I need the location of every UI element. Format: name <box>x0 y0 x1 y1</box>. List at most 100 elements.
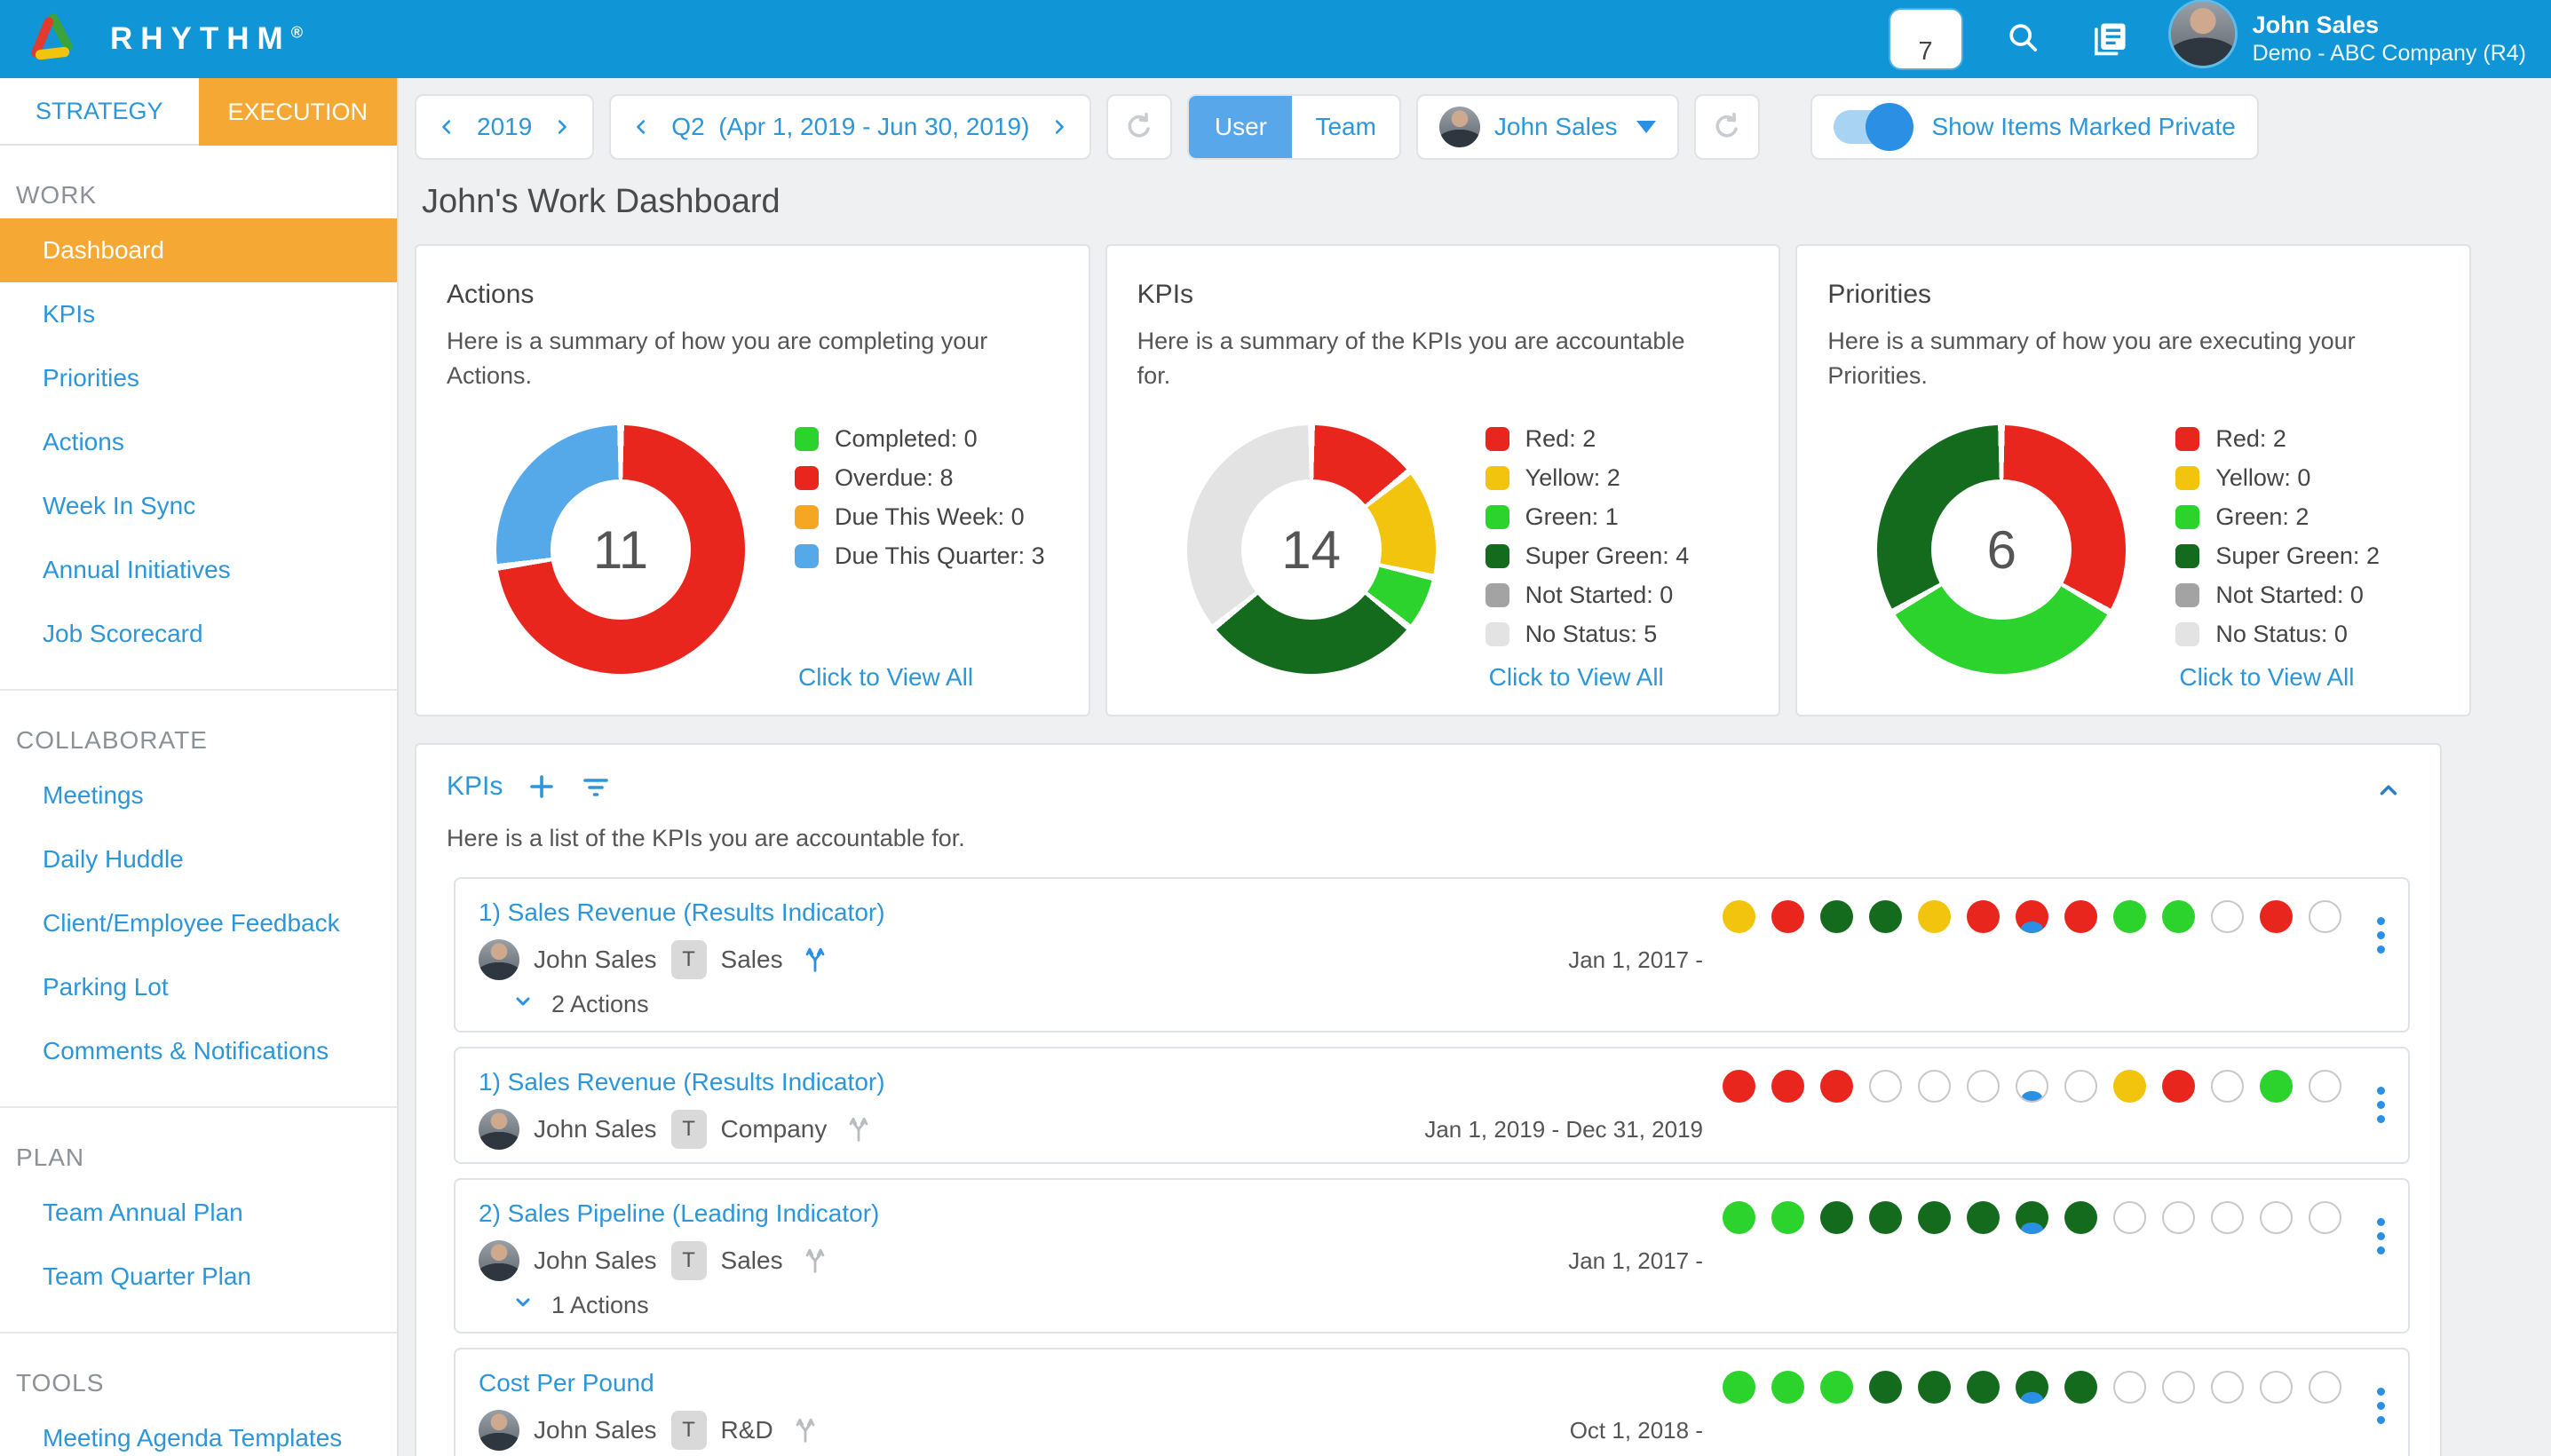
actions-toggle[interactable]: 1 Actions <box>511 1292 1723 1319</box>
status-dot-empty <box>2064 1070 2097 1103</box>
priorities-donut-chart: 6 <box>1877 425 2127 675</box>
sidebar-item-meetings[interactable]: Meetings <box>0 764 397 827</box>
status-dot-dgreen <box>1967 1201 2000 1234</box>
status-dot-green <box>2113 900 2146 933</box>
actions-toggle[interactable]: 2 Actions <box>511 991 1723 1018</box>
status-dot-yellow <box>1918 900 1951 933</box>
status-dot-empty <box>2211 1070 2244 1103</box>
status-dot-empty <box>2211 1201 2244 1234</box>
owner-line: John Sales T Sales Jan 1, 2017 - <box>479 1240 1723 1281</box>
donut-total: 6 <box>1986 519 2017 580</box>
kebab-menu-icon[interactable] <box>2373 1378 2389 1434</box>
week-label: week <box>1889 10 1961 36</box>
kebab-menu-icon[interactable] <box>2373 1077 2389 1133</box>
view-team-button[interactable]: Team <box>1292 96 1399 158</box>
refresh-period-button[interactable] <box>1106 94 1173 160</box>
sidebar-item-parking-lot[interactable]: Parking Lot <box>0 955 397 1019</box>
quarter-selector[interactable]: Q2 (Apr 1, 2019 - Jun 30, 2019) <box>609 94 1092 160</box>
sidebar-item-team-annual-plan[interactable]: Team Annual Plan <box>0 1181 397 1245</box>
status-dot-red <box>1723 1070 1755 1103</box>
sidebar-item-actions[interactable]: Actions <box>0 410 397 474</box>
sidebar-item-meeting-agenda-templates[interactable]: Meeting Agenda Templates <box>0 1406 397 1456</box>
card-title: Actions <box>447 280 535 309</box>
status-dot-dgreen <box>1820 1201 1853 1234</box>
prev-year-icon[interactable] <box>438 114 457 140</box>
legend-label: Red: 2 <box>2215 425 2286 453</box>
next-year-icon[interactable] <box>551 114 571 140</box>
card-subtitle: Here is a summary of the KPIs you are ac… <box>1137 328 1685 390</box>
search-icon[interactable] <box>2000 16 2047 62</box>
chart-legend: Red: 2 Yellow: 2 Green: 1 Super Green: 4 Not… <box>1485 425 1690 660</box>
sidebar-item-daily-huddle[interactable]: Daily Huddle <box>0 827 397 891</box>
sidebar-item-annual-initiatives[interactable]: Annual Initiatives <box>0 538 397 602</box>
prev-quarter-icon[interactable] <box>632 114 652 140</box>
kpi-title-link[interactable]: 1) Sales Revenue (Results Indicator) <box>479 898 885 927</box>
status-dot-dgreen <box>2064 1201 2097 1234</box>
legend-item: Red: 2 <box>1485 425 1690 453</box>
current-week-marker <box>2020 1223 2044 1234</box>
user-team-toggle: User Team <box>1187 94 1401 160</box>
private-toggle[interactable] <box>1834 103 1914 151</box>
sidebar-nav: WORK Dashboard KPIs Priorities Actions Week I… <box>0 146 397 1456</box>
cascade-icon <box>844 1114 873 1144</box>
legend-swatch <box>1485 622 1509 647</box>
year-selector[interactable]: 2019 <box>415 94 595 160</box>
tab-execution[interactable]: EXECUTION <box>198 78 397 146</box>
status-dot-empty <box>2309 1201 2341 1234</box>
refresh-person-button[interactable] <box>1694 94 1761 160</box>
view-all-link[interactable]: Click to View All <box>1489 663 1664 692</box>
legend-swatch <box>795 505 819 530</box>
chevron-down-icon <box>511 991 535 1018</box>
sidebar-item-priorities[interactable]: Priorities <box>0 346 397 410</box>
team-badge: T <box>670 1110 707 1149</box>
kebab-menu-icon[interactable] <box>2373 907 2389 963</box>
sidebar-item-client-employee-feedback[interactable]: Client/Employee Feedback <box>0 891 397 955</box>
legend-label: Red: 2 <box>1525 425 1596 453</box>
kpi-title-link[interactable]: 2) Sales Pipeline (Leading Indicator) <box>479 1199 879 1228</box>
sidebar-item-team-quarter-plan[interactable]: Team Quarter Plan <box>0 1245 397 1309</box>
week-badge[interactable]: week 7 <box>1889 10 1961 68</box>
view-all-link[interactable]: Click to View All <box>798 663 973 692</box>
kpis-summary-card: KPIs Here is a summary of the KPIs you ar… <box>1105 244 1781 716</box>
legend-item: Yellow: 2 <box>1485 464 1690 492</box>
owner-line: John Sales T Sales Jan 1, 2017 - <box>479 939 1723 980</box>
kpi-title-link[interactable]: 1) Sales Revenue (Results Indicator) <box>479 1068 885 1096</box>
sidebar-item-kpis[interactable]: KPIs <box>0 282 397 346</box>
kebab-menu-icon[interactable] <box>2373 1208 2389 1264</box>
legend-label: No Status: 0 <box>2215 621 2348 648</box>
status-dot-empty <box>1967 1070 2000 1103</box>
status-dot-empty <box>2211 1371 2244 1404</box>
legend-item: Super Green: 4 <box>1485 542 1689 570</box>
avatar <box>479 1410 519 1451</box>
add-kpi-icon[interactable] <box>527 772 556 801</box>
donut-total: 14 <box>1281 519 1342 580</box>
view-user-button[interactable]: User <box>1189 96 1293 158</box>
page-title: John's Work Dashboard <box>422 183 780 220</box>
status-dot-dgreen <box>1869 1371 1902 1404</box>
owner-line: John Sales T Company Jan 1, 2019 - Dec 31, … <box>479 1109 1723 1150</box>
team-name: Sales <box>720 1246 783 1274</box>
legend-label: Completed: 0 <box>835 425 978 453</box>
library-icon[interactable] <box>2086 16 2132 62</box>
person-dropdown[interactable]: John Sales <box>1415 94 1680 160</box>
next-quarter-icon[interactable] <box>1049 114 1068 140</box>
avatar <box>479 939 519 980</box>
kpi-title-link[interactable]: Cost Per Pound <box>479 1369 654 1397</box>
sidebar-item-dashboard[interactable]: Dashboard <box>0 218 397 282</box>
filter-icon[interactable] <box>581 772 611 801</box>
owner-name: John Sales <box>534 1246 657 1274</box>
kpi-rows: 1) Sales Revenue (Results Indicator) John… <box>447 877 2410 1456</box>
sidebar-item-job-scorecard[interactable]: Job Scorecard <box>0 602 397 666</box>
collapse-panel-icon[interactable] <box>2373 777 2404 808</box>
status-dot-green <box>2162 900 2195 933</box>
kpis-donut-chart: 14 <box>1186 425 1436 675</box>
legend-swatch <box>795 466 819 491</box>
user-menu[interactable]: John Sales Demo - ABC Company (R4) <box>2170 1 2526 77</box>
view-all-link[interactable]: Click to View All <box>2179 663 2354 692</box>
card-subtitle: Here is a summary of how you are executi… <box>1827 328 2356 390</box>
owner-line: John Sales T R&D Oct 1, 2018 - <box>479 1410 1723 1451</box>
tab-strategy[interactable]: STRATEGY <box>0 78 199 146</box>
sidebar-item-comments-notifications[interactable]: Comments & Notifications <box>0 1019 397 1083</box>
sidebar-item-week-in-sync[interactable]: Week In Sync <box>0 474 397 538</box>
status-dot-empty <box>2260 1371 2293 1404</box>
